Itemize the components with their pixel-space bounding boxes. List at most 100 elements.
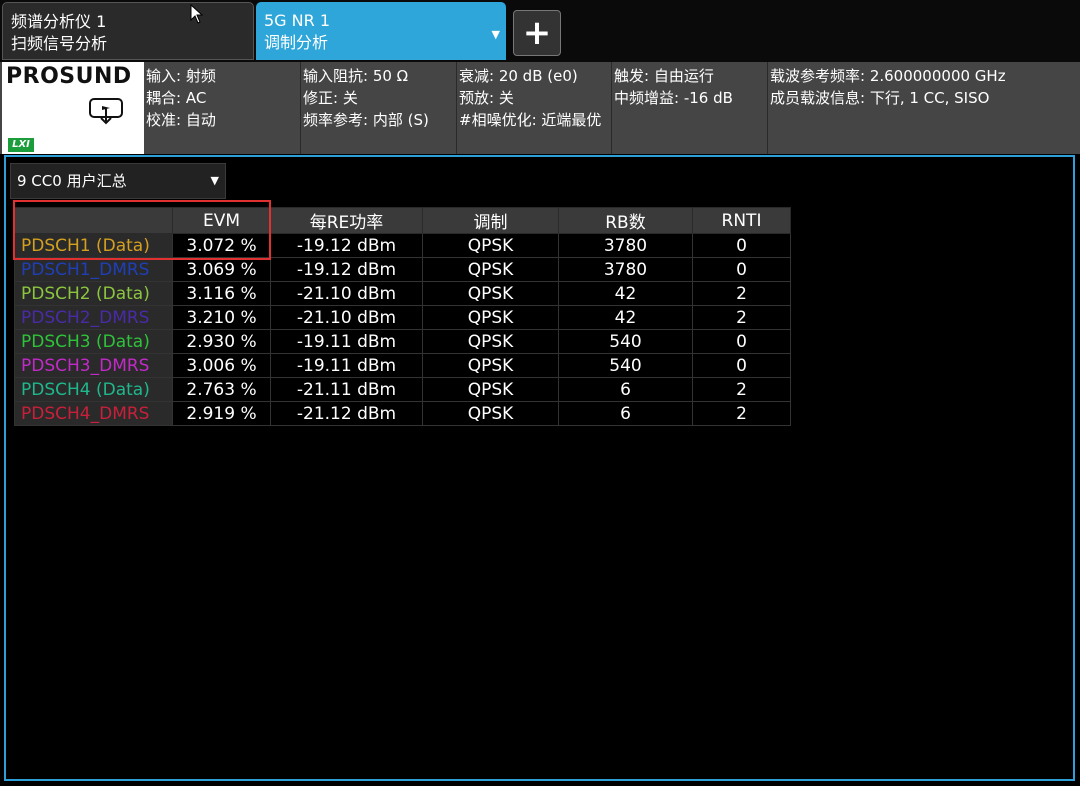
evm-cell: 3.072 % [172, 233, 271, 258]
col-header-modulation: 调制 [422, 207, 559, 234]
rnti-cell: 0 [692, 257, 791, 282]
col-header-rnti: RNTI [692, 207, 791, 234]
mouse-cursor-icon [190, 4, 204, 24]
info-impedance: 输入阻抗: 50 Ω [303, 67, 409, 85]
channel-label-cell: PDSCH4 (Data) [14, 377, 173, 402]
table-row[interactable]: PDSCH2 (Data) 3.116 % -21.10 dBm QPSK 42 2 [14, 281, 791, 306]
tab-title: 频谱分析仪 1 [11, 12, 107, 31]
info-group-impedance[interactable]: 输入阻抗: 50 Ω 修正: 关 频率参考: 内部 (S) [301, 62, 457, 154]
modulation-cell: QPSK [422, 377, 559, 402]
col-header-channel [14, 207, 173, 234]
rnti-cell: 2 [692, 305, 791, 330]
info-phase-noise: #相噪优化: 近端最优 [459, 111, 602, 129]
col-header-evm: EVM [172, 207, 271, 234]
power-per-re-cell: -21.12 dBm [270, 401, 423, 426]
info-attenuation: 衰减: 20 dB (e0) [459, 67, 578, 85]
chevron-down-icon: ▼ [210, 174, 219, 187]
col-header-rb-count: RB数 [558, 207, 693, 234]
info-preamp: 预放: 关 [459, 89, 514, 107]
info-freq-ref: 频率参考: 内部 (S) [303, 111, 429, 129]
brand-name: PROSUND [6, 64, 132, 89]
settings-bar: PROSUND LXI 输入: 射频 耦合: AC 校准: 自动 输入阻抗: 5… [0, 62, 1080, 154]
rnti-cell: 2 [692, 281, 791, 306]
channel-label-cell: PDSCH2 (Data) [14, 281, 173, 306]
col-header-power-per-re: 每RE功率 [270, 207, 423, 234]
channel-label-cell: PDSCH3_DMRS [14, 353, 173, 378]
main-panel: 9 CC0 用户汇总 ▼ EVM 每RE功率 调制 RB数 RNTI PDSCH… [4, 155, 1075, 781]
info-group-trigger[interactable]: 触发: 自由运行 中频增益: -16 dB [612, 62, 768, 154]
chevron-down-icon[interactable]: ▼ [492, 24, 500, 46]
rb-count-cell: 3780 [558, 233, 693, 258]
modulation-cell: QPSK [422, 257, 559, 282]
modulation-cell: QPSK [422, 305, 559, 330]
evm-cell: 3.069 % [172, 257, 271, 282]
table-row[interactable]: PDSCH3 (Data) 2.930 % -19.11 dBm QPSK 540 0 [14, 329, 791, 354]
power-per-re-cell: -19.12 dBm [270, 257, 423, 282]
power-per-re-cell: -21.10 dBm [270, 281, 423, 306]
modulation-cell: QPSK [422, 233, 559, 258]
tab-subtitle: 扫频信号分析 [11, 34, 108, 53]
evm-cell: 3.210 % [172, 305, 271, 330]
info-calibration: 校准: 自动 [146, 111, 216, 129]
rnti-cell: 2 [692, 377, 791, 402]
tab-spectrum-analyzer[interactable]: 频谱分析仪 1 扫频信号分析 [2, 2, 254, 60]
rnti-cell: 2 [692, 401, 791, 426]
info-group-carrier[interactable]: 载波参考频率: 2.600000000 GHz 成员载波信息: 下行, 1 CC… [768, 62, 1080, 154]
brand-logo: PROSUND LXI [2, 62, 144, 154]
evm-cell: 2.919 % [172, 401, 271, 426]
rnti-cell: 0 [692, 329, 791, 354]
table-row[interactable]: PDSCH1_DMRS 3.069 % -19.12 dBm QPSK 3780 0 [14, 257, 791, 282]
evm-cell: 2.930 % [172, 329, 271, 354]
info-coupling: 耦合: AC [146, 89, 207, 107]
view-selector-value: 9 CC0 用户汇总 [17, 172, 127, 190]
modulation-cell: QPSK [422, 281, 559, 306]
power-per-re-cell: -21.10 dBm [270, 305, 423, 330]
modulation-cell: QPSK [422, 401, 559, 426]
rb-count-cell: 42 [558, 305, 693, 330]
rb-count-cell: 6 [558, 377, 693, 402]
channel-label-cell: PDSCH1 (Data) [14, 233, 173, 258]
lxi-badge: LXI [8, 138, 34, 152]
channel-label-cell: PDSCH1_DMRS [14, 257, 173, 282]
table-row[interactable]: PDSCH1 (Data) 3.072 % -19.12 dBm QPSK 3780 0 [14, 233, 791, 258]
rnti-cell: 0 [692, 233, 791, 258]
evm-cell: 3.006 % [172, 353, 271, 378]
table-row[interactable]: PDSCH2_DMRS 3.210 % -21.10 dBm QPSK 42 2 [14, 305, 791, 330]
tab-subtitle: 调制分析 [264, 33, 329, 52]
modulation-cell: QPSK [422, 353, 559, 378]
rnti-cell: 0 [692, 353, 791, 378]
power-per-re-cell: -19.11 dBm [270, 353, 423, 378]
rb-count-cell: 3780 [558, 257, 693, 282]
info-group-attenuation[interactable]: 衰减: 20 dB (e0) 预放: 关 #相噪优化: 近端最优 [457, 62, 612, 154]
info-input: 输入: 射频 [146, 67, 216, 85]
info-cc-info: 成员载波信息: 下行, 1 CC, SISO [770, 89, 990, 107]
info-correction: 修正: 关 [303, 89, 358, 107]
table-header-row: EVM 每RE功率 调制 RB数 RNTI [14, 207, 791, 234]
info-carrier-freq: 载波参考频率: 2.600000000 GHz [770, 67, 1006, 85]
user-summary-table: EVM 每RE功率 调制 RB数 RNTI PDSCH1 (Data) 3.072… [14, 207, 791, 426]
view-selector[interactable]: 9 CC0 用户汇总 ▼ [10, 163, 226, 199]
info-trigger: 触发: 自由运行 [614, 67, 714, 85]
table-row[interactable]: PDSCH3_DMRS 3.006 % -19.11 dBm QPSK 540 0 [14, 353, 791, 378]
power-per-re-cell: -21.11 dBm [270, 377, 423, 402]
channel-label-cell: PDSCH2_DMRS [14, 305, 173, 330]
table-row[interactable]: PDSCH4 (Data) 2.763 % -21.11 dBm QPSK 6 2 [14, 377, 791, 402]
add-tab-button[interactable]: + [513, 10, 561, 56]
power-per-re-cell: -19.12 dBm [270, 233, 423, 258]
channel-label-cell: PDSCH3 (Data) [14, 329, 173, 354]
evm-cell: 3.116 % [172, 281, 271, 306]
tab-bar: 频谱分析仪 1 扫频信号分析 5G NR 1 调制分析 ▼ + [0, 0, 1080, 62]
info-if-gain: 中频增益: -16 dB [614, 89, 733, 107]
info-group-input[interactable]: 输入: 射频 耦合: AC 校准: 自动 [144, 62, 301, 154]
rb-count-cell: 6 [558, 401, 693, 426]
rb-count-cell: 540 [558, 353, 693, 378]
remote-display-icon[interactable] [86, 96, 126, 126]
rb-count-cell: 42 [558, 281, 693, 306]
modulation-cell: QPSK [422, 329, 559, 354]
evm-cell: 2.763 % [172, 377, 271, 402]
rb-count-cell: 540 [558, 329, 693, 354]
tab-5g-nr[interactable]: 5G NR 1 调制分析 ▼ [256, 2, 506, 60]
tab-title: 5G NR 1 [264, 11, 331, 30]
table-row[interactable]: PDSCH4_DMRS 2.919 % -21.12 dBm QPSK 6 2 [14, 401, 791, 426]
power-per-re-cell: -19.11 dBm [270, 329, 423, 354]
